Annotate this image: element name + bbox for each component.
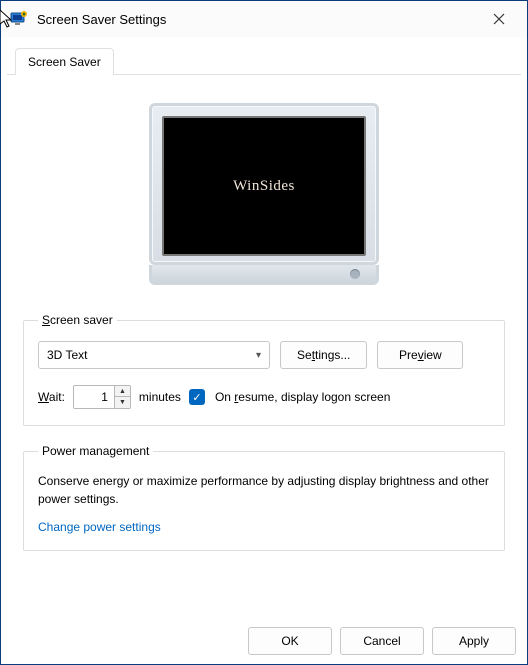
app-icon (9, 9, 29, 29)
wait-input[interactable] (74, 386, 114, 408)
screensaver-legend: Screen saver (38, 313, 117, 327)
titlebar: Screen Saver Settings (1, 1, 527, 37)
power-description: Conserve energy or maximize performance … (38, 472, 490, 508)
tabstrip: Screen Saver (7, 47, 521, 74)
change-power-settings-link[interactable]: Change power settings (38, 520, 161, 534)
tab-screen-saver[interactable]: Screen Saver (15, 48, 114, 75)
close-button[interactable] (479, 5, 519, 33)
spin-up-button[interactable]: ▲ (115, 386, 130, 397)
monitor-screen: WinSides (162, 116, 366, 256)
tab-panel: WinSides Screen saver 3D Text ▾ Settings… (7, 74, 521, 567)
resume-checkbox[interactable]: ✓ (189, 389, 205, 405)
chevron-down-icon: ▾ (256, 350, 261, 361)
wait-spinner[interactable]: ▲ ▼ (73, 385, 131, 409)
minutes-label: minutes (139, 390, 181, 404)
screensaver-select[interactable]: 3D Text ▾ (38, 341, 270, 369)
power-group: Power management Conserve energy or maxi… (23, 444, 505, 551)
cancel-button[interactable]: Cancel (340, 627, 424, 655)
settings-button[interactable]: Settings... (280, 341, 367, 369)
ok-button[interactable]: OK (248, 627, 332, 655)
window-title: Screen Saver Settings (37, 12, 479, 27)
wait-label: Wait: (38, 390, 65, 404)
screensaver-preview-text: WinSides (233, 178, 295, 195)
monitor-power-icon (350, 269, 360, 279)
monitor-preview: WinSides (23, 103, 505, 285)
power-legend: Power management (38, 444, 153, 458)
screensaver-select-value: 3D Text (47, 348, 87, 362)
dialog-footer: OK Cancel Apply (248, 627, 516, 655)
spin-down-button[interactable]: ▼ (115, 397, 130, 408)
screensaver-group: Screen saver 3D Text ▾ Settings... Previ… (23, 313, 505, 426)
resume-label: On resume, display logon screen (215, 390, 390, 404)
close-icon (493, 13, 505, 25)
apply-button[interactable]: Apply (432, 627, 516, 655)
preview-button[interactable]: Preview (377, 341, 463, 369)
